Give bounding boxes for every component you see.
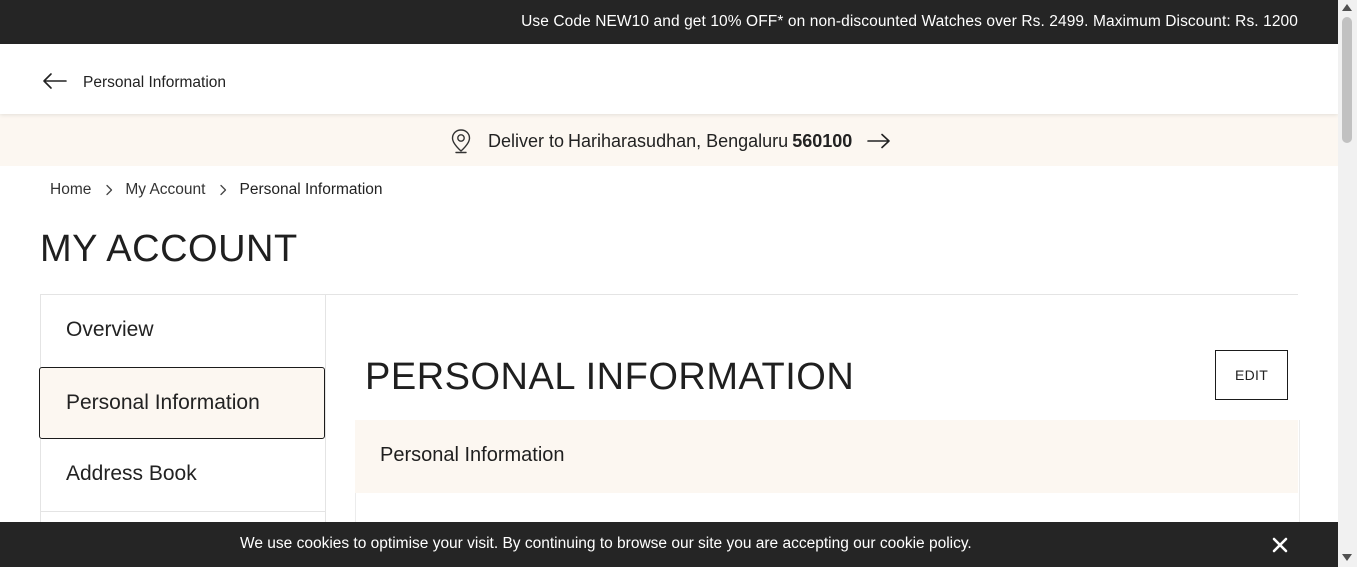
breadcrumb-current: Personal Information — [239, 181, 383, 198]
sidebar-item-overview[interactable]: Overview — [41, 295, 325, 367]
location-pin-icon — [451, 129, 471, 154]
breadcrumb-my-account[interactable]: My Account — [125, 181, 205, 199]
scroll-down-icon[interactable] — [1342, 554, 1352, 561]
card-title: Personal Information — [380, 444, 565, 466]
close-icon[interactable] — [1270, 535, 1290, 555]
sidebar-item-personal-information[interactable]: Personal Information — [39, 367, 325, 439]
personal-info-card-header: Personal Information — [355, 420, 1298, 493]
breadcrumb: Home My Account Personal Information — [50, 181, 383, 199]
header: Personal Information — [0, 44, 1338, 114]
section-title: PERSONAL INFORMATION — [365, 356, 855, 398]
breadcrumb-home[interactable]: Home — [50, 181, 91, 199]
chevron-right-icon — [106, 184, 113, 196]
edit-button[interactable]: EDIT — [1215, 350, 1288, 400]
delivery-name: Hariharasudhan, Bengaluru — [568, 130, 789, 151]
header-title: Personal Information — [83, 74, 227, 91]
cookie-banner: We use cookies to optimise your visit. B… — [0, 522, 1338, 567]
page: Use Code NEW10 and get 10% OFF* on non-d… — [0, 0, 1338, 567]
delivery-location-link[interactable]: Deliver to Hariharasudhan, Bengaluru 560… — [450, 128, 892, 154]
sidebar-item-address-book[interactable]: Address Book — [41, 439, 325, 511]
promo-text: Use Code NEW10 and get 10% OFF* on non-d… — [521, 13, 1298, 30]
divider — [41, 511, 325, 512]
delivery-bar: Deliver to Hariharasudhan, Bengaluru 560… — [0, 114, 1338, 166]
sidebar-item-label: Address Book — [66, 462, 197, 485]
arrow-right-icon — [867, 133, 891, 149]
arrow-left-icon[interactable] — [40, 71, 68, 91]
promo-banner: Use Code NEW10 and get 10% OFF* on non-d… — [0, 0, 1338, 44]
cookie-text: We use cookies to optimise your visit. B… — [240, 535, 972, 552]
delivery-pincode: 560100 — [792, 130, 853, 151]
chevron-right-icon — [220, 184, 227, 196]
scrollbar-thumb[interactable] — [1342, 17, 1352, 143]
delivery-label: Deliver to — [488, 130, 565, 151]
scrollbar[interactable] — [1338, 0, 1357, 567]
sidebar-item-label: Personal Information — [66, 391, 260, 414]
scroll-up-icon[interactable] — [1342, 4, 1352, 11]
sidebar-item-label: Overview — [66, 318, 154, 341]
page-title: MY ACCOUNT — [40, 228, 298, 270]
